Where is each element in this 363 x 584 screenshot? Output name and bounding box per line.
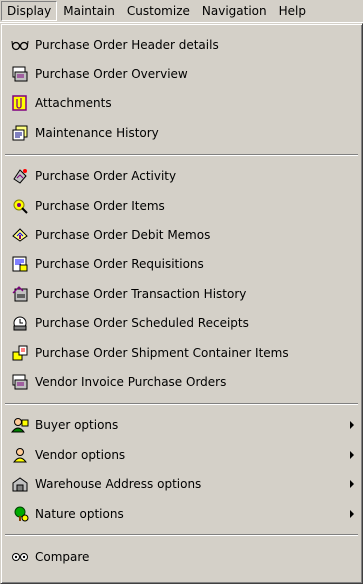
menu-item-po-header-details[interactable]: Purchase Order Header details [1, 30, 362, 59]
nature-icon [11, 505, 29, 523]
menu-item-warehouse-address-options[interactable]: Warehouse Address options [1, 469, 362, 498]
overview-icon [11, 65, 29, 83]
warehouse-icon [11, 475, 29, 493]
menu-item-po-transaction-history[interactable]: Purchase Order Transaction History [1, 279, 362, 308]
submenu-arrow-icon [350, 421, 354, 430]
menu-item-compare[interactable]: Compare [1, 542, 362, 571]
menu-item-po-scheduled-receipts[interactable]: Purchase Order Scheduled Receipts [1, 309, 362, 338]
items-icon [11, 197, 29, 215]
menu-item-po-requisitions[interactable]: Purchase Order Requisitions [1, 250, 362, 279]
receipt-icon [11, 314, 29, 332]
menu-item-label: Maintenance History [35, 125, 159, 140]
transaction-icon [11, 285, 29, 303]
menu-item-buyer-options[interactable]: Buyer options [1, 411, 362, 440]
activity-icon [11, 167, 29, 185]
menu-separator [5, 534, 358, 537]
menu-item-label: Vendor options [35, 447, 126, 462]
menu-item-po-shipment-container-items[interactable]: Purchase Order Shipment Container Items [1, 338, 362, 367]
shipment-icon [11, 344, 29, 362]
submenu-arrow-icon [350, 509, 354, 518]
menu-item-label: Warehouse Address options [35, 477, 202, 492]
menu-item-maintenance-history[interactable]: Maintenance History [1, 118, 362, 147]
menu-item-label: Attachments [35, 96, 112, 111]
invoice-icon [11, 373, 29, 391]
submenu-arrow-icon [350, 450, 354, 459]
menu-item-label: Purchase Order Header details [35, 37, 219, 52]
menu-help[interactable]: Help [273, 2, 312, 20]
vendor-icon [11, 446, 29, 464]
menu-display[interactable]: Display [1, 1, 58, 21]
menu-item-label: Purchase Order Requisitions [35, 257, 204, 272]
menu-item-nature-options[interactable]: Nature options [1, 499, 362, 528]
menu-item-po-items[interactable]: Purchase Order Items [1, 191, 362, 220]
menu-bar: Display Maintain Customize Navigation He… [0, 0, 363, 23]
glasses-icon [11, 36, 29, 54]
buyer-icon [10, 416, 29, 434]
menu-item-attachments[interactable]: Attachments [1, 89, 362, 118]
menu-item-label: Purchase Order Transaction History [35, 286, 247, 301]
menu-maintain[interactable]: Maintain [57, 2, 121, 20]
attachment-icon [11, 94, 29, 112]
menu-customize[interactable]: Customize [121, 2, 196, 20]
history-icon [11, 124, 29, 142]
requisition-icon [11, 255, 29, 273]
menu-item-label: Purchase Order Items [35, 198, 165, 213]
display-dropdown-menu: Purchase Order Header details Purchase O… [0, 23, 363, 584]
menu-item-label: Compare [35, 549, 90, 564]
menu-item-label: Purchase Order Activity [35, 169, 177, 184]
menu-separator [5, 402, 358, 405]
menu-item-label: Nature options [35, 506, 124, 521]
menu-item-po-debit-memos[interactable]: Purchase Order Debit Memos [1, 220, 362, 249]
menu-item-label: Purchase Order Overview [35, 67, 188, 82]
compare-icon [11, 548, 29, 566]
menu-item-label: Purchase Order Scheduled Receipts [35, 316, 249, 331]
menu-item-label: Vendor Invoice Purchase Orders [35, 374, 227, 389]
menu-item-vendor-invoice-purchase-orders[interactable]: Vendor Invoice Purchase Orders [1, 367, 362, 396]
menu-navigation[interactable]: Navigation [196, 2, 273, 20]
menu-item-label: Purchase Order Shipment Container Items [35, 345, 289, 360]
menu-item-label: Purchase Order Debit Memos [35, 228, 211, 243]
menu-item-vendor-options[interactable]: Vendor options [1, 440, 362, 469]
menu-separator [5, 153, 358, 156]
menu-item-label: Buyer options [35, 418, 119, 433]
submenu-arrow-icon [350, 480, 354, 489]
memo-icon [11, 226, 29, 244]
menu-item-po-overview[interactable]: Purchase Order Overview [1, 59, 362, 88]
menu-item-po-activity[interactable]: Purchase Order Activity [1, 162, 362, 191]
